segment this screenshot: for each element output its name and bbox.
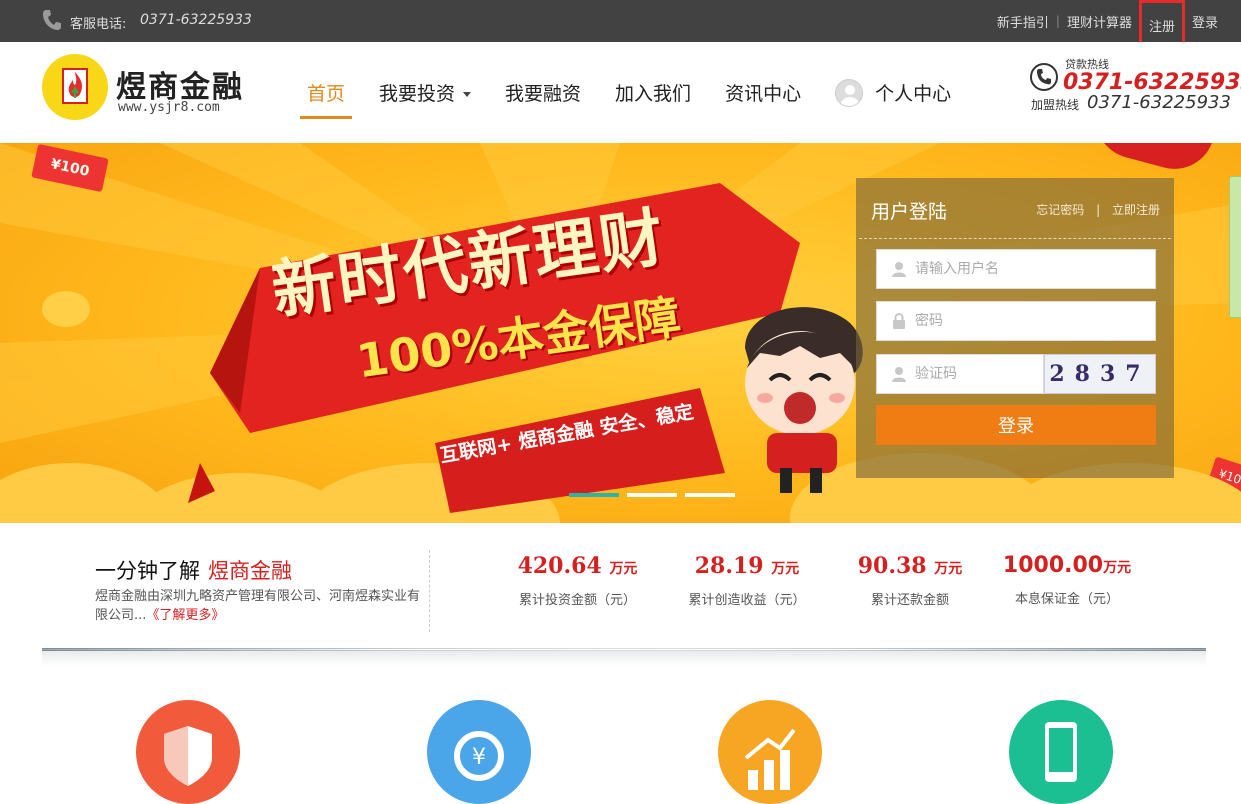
service-hotline-label: 客服电话:	[70, 17, 127, 32]
nav-join-label: 加入我们	[615, 83, 692, 105]
finance-calculator-link[interactable]: 理财计算器	[1060, 12, 1139, 31]
login-links: 忘记密码 | 立即注册	[1036, 201, 1160, 218]
feature-returns[interactable]: ¥	[427, 700, 531, 804]
growth-chart-icon	[744, 728, 796, 790]
nav-personal[interactable]: 个人中心	[828, 42, 958, 143]
slide-indicators	[569, 493, 743, 497]
hero-banner[interactable]: ¥100 ¥10 新时代新理财 100%本金保障 互联网+ 煜商金融 安全、稳定	[0, 143, 1241, 523]
feature-mobile[interactable]	[1009, 700, 1113, 804]
shield-icon	[164, 726, 212, 786]
top-links: 新手指引 | 理财计算器 注册 登录	[990, 0, 1241, 50]
divider	[859, 238, 1171, 239]
svg-text:¥: ¥	[472, 745, 486, 770]
captcha-input[interactable]	[915, 366, 1035, 382]
nav-personal-label: 个人中心	[875, 83, 952, 105]
user-icon	[892, 262, 906, 277]
nav-home-label: 首页	[307, 83, 346, 105]
stat-label: 本息保证金（元）	[1014, 592, 1119, 607]
stat-value: 1000.00万元	[1002, 553, 1132, 578]
learn-more-link[interactable]: 《了解更多》	[146, 608, 224, 623]
main-nav: 首页 我要投资 我要融资 加入我们 资讯中心 个人中心	[300, 42, 978, 143]
slide-dot[interactable]	[627, 493, 677, 497]
username-field[interactable]	[876, 249, 1156, 289]
login-title: 用户登陆	[871, 201, 948, 223]
beginner-guide-link[interactable]: 新手指引	[990, 12, 1056, 31]
intro-text: 煜商金融由深圳九略资产管理有限公司、河南煜森实业有限公司...《了解更多》	[95, 587, 425, 625]
lock-icon	[893, 313, 905, 329]
coin-decoration	[42, 291, 90, 327]
feature-security[interactable]	[136, 700, 240, 804]
slide-dot[interactable]	[569, 493, 619, 497]
mobile-phone-icon	[1045, 722, 1077, 782]
nav-invest[interactable]: 我要投资	[372, 42, 478, 143]
brand-url: www.ysjr8.com	[118, 100, 220, 115]
section-divider	[42, 648, 1206, 666]
telephone-icon	[1030, 63, 1058, 91]
stat-total-investment: 420.64 万元 累计投资金额（元）	[515, 553, 640, 608]
flame-logo-icon	[62, 68, 88, 104]
intro-title-prefix: 一分钟了解	[95, 559, 200, 583]
feature-growth[interactable]	[718, 700, 822, 804]
top-bar: 客服电话: 0371-63225933 新手指引 | 理财计算器 注册 登录	[0, 0, 1241, 50]
forgot-password-link[interactable]: 忘记密码	[1036, 203, 1084, 217]
join-hotline-number: 0371-63225933	[1087, 92, 1231, 113]
yuan-refresh-icon: ¥	[454, 731, 504, 781]
header: 煜商金融 www.ysjr8.com 首页 我要投资 我要融资 加入我们 资讯中…	[0, 42, 1241, 143]
nav-finance-label: 我要融资	[505, 83, 582, 105]
user-icon	[892, 367, 906, 382]
login-panel: 用户登陆 忘记密码 | 立即注册 2837 登录	[856, 178, 1174, 478]
intro-title: 一分钟了解 煜商金融	[95, 555, 292, 585]
username-input[interactable]	[915, 261, 1145, 277]
phone-icon	[43, 10, 61, 30]
caret-down-icon	[463, 92, 472, 97]
login-link[interactable]: 登录	[1185, 12, 1225, 31]
login-button[interactable]: 登录	[876, 405, 1156, 445]
nav-news-label: 资讯中心	[725, 83, 802, 105]
nav-news[interactable]: 资讯中心	[718, 42, 808, 143]
stat-label: 累计投资金额（元）	[518, 593, 636, 608]
stat-label: 累计还款金额	[870, 593, 949, 608]
avatar-icon	[835, 78, 864, 107]
join-hotline-label: 加盟热线	[1031, 98, 1080, 112]
stat-total-earnings: 28.19 万元 累计创造收益（元）	[682, 553, 812, 608]
nav-join[interactable]: 加入我们	[608, 42, 698, 143]
cartoon-mascot	[745, 307, 863, 493]
nav-finance[interactable]: 我要融资	[498, 42, 588, 143]
service-hotline-number: 0371-63225933	[140, 12, 252, 28]
password-field[interactable]	[876, 301, 1156, 341]
header-hotline: 贷款热线 0371-63225933 加盟热线 0371-63225933	[1029, 56, 1241, 116]
side-float-tab[interactable]	[1229, 176, 1241, 318]
register-now-link[interactable]: 立即注册	[1112, 203, 1160, 217]
slide-dot[interactable]	[685, 493, 735, 497]
separator: |	[1096, 203, 1101, 217]
intro-description: 煜商金融由深圳九略资产管理有限公司、河南煜森实业有限公司...	[95, 589, 421, 623]
register-link[interactable]: 注册	[1147, 16, 1177, 35]
password-input[interactable]	[915, 313, 1145, 329]
nav-invest-label: 我要投资	[379, 83, 456, 105]
stat-guarantee-fund: 1000.00万元 本息保证金（元）	[1002, 553, 1132, 607]
captcha-field[interactable]	[876, 354, 1044, 394]
nav-home[interactable]: 首页	[300, 42, 353, 143]
stat-total-repayment: 90.38 万元 累计还款金额	[856, 553, 964, 608]
divider	[429, 550, 430, 632]
intro-title-brand: 煜商金融	[208, 559, 292, 583]
stat-value: 90.38 万元	[857, 553, 963, 579]
stat-label: 累计创造收益（元）	[688, 593, 806, 608]
stat-value: 28.19 万元	[694, 553, 800, 579]
stat-value: 420.64 万元	[517, 553, 638, 579]
captcha-image[interactable]: 2837	[1044, 354, 1156, 394]
